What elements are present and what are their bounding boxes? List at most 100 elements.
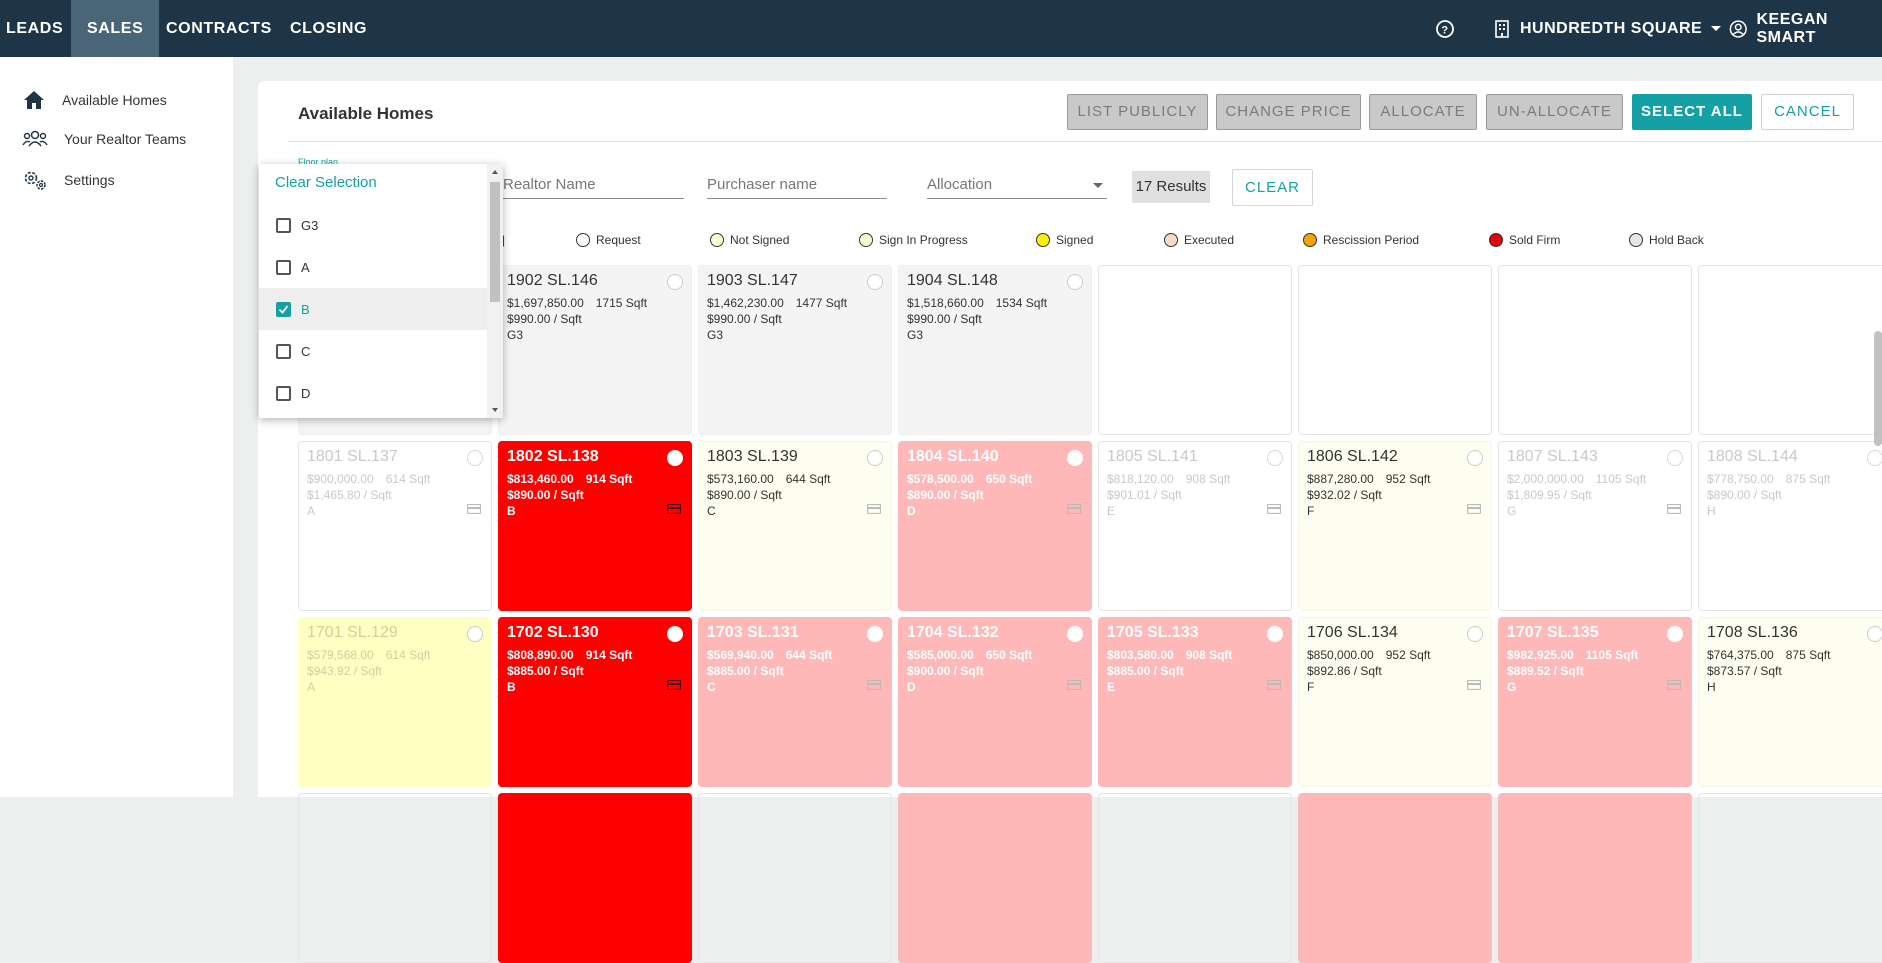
select-radio[interactable]: [467, 450, 483, 466]
select-radio[interactable]: [667, 450, 683, 466]
sidebar-item-settings[interactable]: Settings: [22, 169, 115, 191]
sidebar-item-available-homes[interactable]: Available Homes: [22, 89, 167, 111]
unit-card[interactable]: 1902 SL.146 $1,697,850.00 1715 Sqft $990.00…: [498, 265, 692, 435]
select-radio[interactable]: [1267, 626, 1283, 642]
clear-filters-button[interactable]: CLEAR: [1232, 169, 1313, 206]
unallocate-button[interactable]: UN-ALLOCATE: [1486, 94, 1623, 130]
floor-plan-option-g3[interactable]: G3: [259, 204, 487, 246]
select-radio[interactable]: [867, 450, 883, 466]
building-icon: [1495, 19, 1509, 38]
caret-down-icon: [1711, 25, 1722, 31]
select-radio[interactable]: [667, 626, 683, 642]
unit-card[interactable]: 1701 SL.129 $579,568.00 614 Sqft $943.92 / …: [298, 617, 492, 787]
nav-contracts[interactable]: CONTRACTS: [150, 0, 288, 57]
unit-card[interactable]: 1707 SL.135 $982,925.00 1105 Sqft $889.52 /…: [1498, 617, 1692, 787]
unit-card[interactable]: 1702 SL.130 $808,890.00 914 Sqft $885.00 / …: [498, 617, 692, 787]
unit-price-per-sqft: $873.57 / Sqft: [1707, 664, 1782, 678]
unit-card[interactable]: [1298, 793, 1492, 963]
unit-card[interactable]: 1705 SL.133 $803,580.00 908 Sqft $885.00 / …: [1098, 617, 1292, 787]
unit-floor-plan: H: [1707, 680, 1716, 694]
unit-card[interactable]: 1803 SL.139 $573,160.00 644 Sqft $890.00 / …: [698, 441, 892, 611]
select-radio[interactable]: [1867, 626, 1882, 642]
unit-price-line: $1,462,230.00 1477 Sqft: [707, 296, 847, 310]
unit-floor-plan: E: [1107, 680, 1116, 694]
dropdown-scrollbar[interactable]: [487, 164, 503, 418]
change-price-button[interactable]: CHANGE PRICE: [1216, 94, 1361, 130]
unit-card[interactable]: 1706 SL.134 $850,000.00 952 Sqft $892.86 / …: [1298, 617, 1492, 787]
unit-card[interactable]: 1805 SL.141 $818,120.00 908 Sqft $901.01 / …: [1098, 441, 1292, 611]
project-selector[interactable]: HUNDREDTH SQUARE: [1494, 0, 1722, 57]
unit-price-per-sqft: $890.00 / Sqft: [707, 488, 782, 502]
unit-card[interactable]: [498, 793, 692, 963]
sidebar-item-realtor-teams[interactable]: Your Realtor Teams: [22, 129, 186, 149]
select-radio[interactable]: [1667, 450, 1683, 466]
scroll-up-icon[interactable]: [487, 167, 503, 177]
unit-card[interactable]: [1698, 793, 1882, 963]
checkbox[interactable]: [276, 217, 291, 233]
select-radio[interactable]: [867, 274, 883, 290]
purchaser-name-input[interactable]: Purchaser name: [707, 174, 887, 199]
unit-card[interactable]: 1801 SL.137 $900,000.00 614 Sqft $1,465.80 …: [298, 441, 492, 611]
select-radio[interactable]: [867, 626, 883, 642]
select-radio[interactable]: [467, 626, 483, 642]
unit-card[interactable]: [898, 793, 1092, 963]
unit-card[interactable]: 1804 SL.140 $578,500.00 650 Sqft $890.00 / …: [898, 441, 1092, 611]
unit-card[interactable]: 1704 SL.132 $585,000.00 650 Sqft $900.00 / …: [898, 617, 1092, 787]
legend-label: Hold Back: [1649, 233, 1704, 247]
checkbox[interactable]: [276, 385, 291, 401]
floor-plan-option-b[interactable]: B: [259, 288, 487, 330]
option-label: C: [301, 343, 311, 359]
allocate-button[interactable]: ALLOCATE: [1369, 94, 1477, 130]
unit-card[interactable]: [1098, 793, 1292, 963]
select-radio[interactable]: [1067, 274, 1083, 290]
unit-card[interactable]: 1802 SL.138 $813,460.00 914 Sqft $890.00 / …: [498, 441, 692, 611]
unit-price-per-sqft: $889.52 / Sqft: [1507, 664, 1584, 678]
select-radio[interactable]: [1667, 626, 1683, 642]
checkbox[interactable]: [276, 259, 291, 275]
allocation-select[interactable]: Allocation: [927, 174, 1107, 199]
checkbox[interactable]: [276, 343, 291, 359]
select-radio[interactable]: [1467, 450, 1483, 466]
cancel-button[interactable]: CANCEL: [1761, 94, 1854, 130]
unit-price: $1,697,850.00: [507, 296, 584, 310]
floor-plan-option-d[interactable]: D: [259, 372, 487, 414]
nav-sales[interactable]: SALES: [71, 0, 160, 57]
unit-card[interactable]: 1808 SL.144 $778,750.00 875 Sqft $890.00 / …: [1698, 441, 1882, 611]
select-radio[interactable]: [1067, 450, 1083, 466]
floor-plan-dropdown: Clear Selection G3 A B C D: [259, 164, 503, 418]
unit-floor-plan: G: [1507, 680, 1517, 694]
clear-selection-option[interactable]: Clear Selection: [275, 174, 377, 191]
list-publicly-button[interactable]: LIST PUBLICLY: [1067, 94, 1208, 130]
select-radio[interactable]: [1867, 450, 1882, 466]
unit-floor-plan: A: [307, 504, 316, 518]
floor-plan-option-a[interactable]: A: [259, 246, 487, 288]
help-icon[interactable]: ?: [1435, 0, 1455, 57]
user-menu[interactable]: KEEGAN SMART: [1729, 0, 1882, 57]
select-radio[interactable]: [1067, 626, 1083, 642]
unit-card[interactable]: 1904 SL.148 $1,518,660.00 1534 Sqft $990.00…: [898, 265, 1092, 435]
select-radio[interactable]: [1467, 626, 1483, 642]
page-scrollbar[interactable]: [1874, 331, 1882, 446]
scroll-down-icon[interactable]: [487, 405, 503, 415]
realtor-name-input[interactable]: Realtor Name: [503, 174, 684, 199]
unit-card[interactable]: 1708 SL.136 $764,375.00 875 Sqft $873.57 / …: [1698, 617, 1882, 787]
unit-card[interactable]: [1498, 793, 1692, 963]
select-all-button[interactable]: SELECT ALL: [1632, 94, 1752, 130]
nav-closing[interactable]: CLOSING: [274, 0, 383, 57]
unit-card[interactable]: 1903 SL.147 $1,462,230.00 1477 Sqft $990.00…: [698, 265, 892, 435]
unit-card[interactable]: 1806 SL.142 $887,280.00 952 Sqft $932.02 / …: [1298, 441, 1492, 611]
scrollbar-thumb[interactable]: [490, 182, 500, 302]
select-radio[interactable]: [667, 274, 683, 290]
unit-card[interactable]: [298, 793, 492, 963]
unit-price-per-sqft: $885.00 / Sqft: [507, 664, 584, 678]
unit-floor-plan: G3: [907, 328, 924, 342]
checkbox-checked[interactable]: [276, 301, 291, 317]
select-radio[interactable]: [1267, 450, 1283, 466]
floor-plan-option-c[interactable]: C: [259, 330, 487, 372]
unit-number: 1805 SL.141: [1107, 448, 1198, 465]
unit-card[interactable]: 1807 SL.143 $2,000,000.00 1105 Sqft $1,809.…: [1498, 441, 1692, 611]
nav-leads[interactable]: LEADS: [0, 0, 79, 57]
unit-card[interactable]: 1703 SL.131 $569,940.00 644 Sqft $885.00 / …: [698, 617, 892, 787]
unit-card[interactable]: [698, 793, 892, 963]
allocation-placeholder: Allocation: [927, 176, 993, 193]
